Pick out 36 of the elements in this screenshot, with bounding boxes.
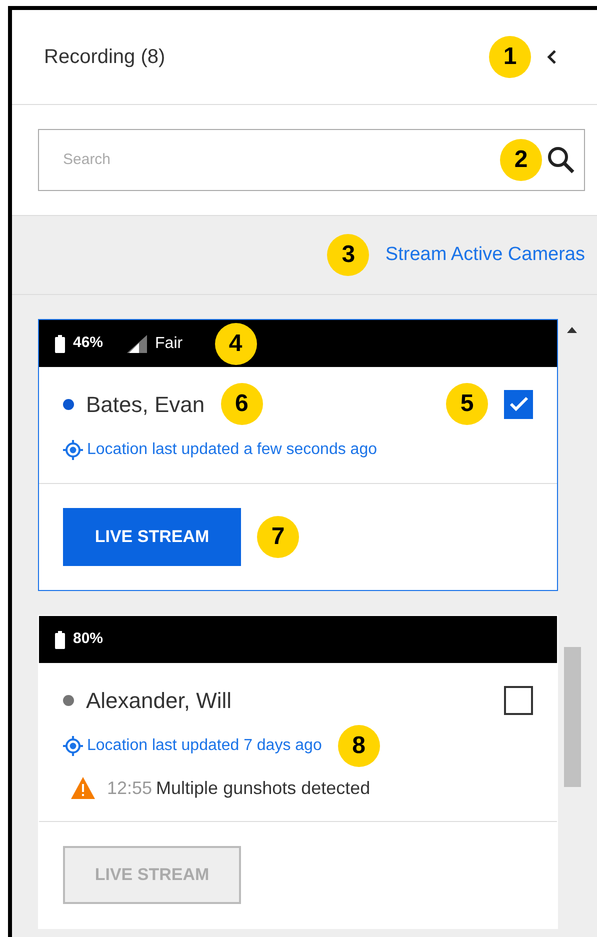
callout-badge: 8 xyxy=(338,725,380,767)
scrollbar-thumb[interactable] xyxy=(564,647,580,787)
scroll-up-icon[interactable] xyxy=(567,327,577,333)
signal-quality: Fair xyxy=(155,334,183,354)
battery-icon xyxy=(55,334,65,352)
alert-time: 12:55 xyxy=(107,776,152,800)
callout-badge: 5 xyxy=(446,383,488,425)
callout-badge: 3 xyxy=(327,234,370,276)
collapse-chevron-icon[interactable] xyxy=(547,50,557,64)
person-name: Bates, Evan xyxy=(86,390,205,418)
live-stream-button[interactable]: LIVE STREAM xyxy=(63,508,241,566)
search-icon[interactable] xyxy=(546,145,576,175)
alert-message: Multiple gunshots detected xyxy=(156,776,370,800)
location-target-icon xyxy=(63,440,83,460)
location-update-text: Location last updated 7 days ago xyxy=(87,736,322,756)
callout-badge: 1 xyxy=(489,36,531,78)
location-update-text: Location last updated a few seconds ago xyxy=(87,440,377,460)
warning-icon xyxy=(71,777,95,799)
stream-cameras-link[interactable]: Stream Active Cameras xyxy=(385,240,585,270)
callout-badge: 4 xyxy=(214,322,257,364)
callout-badge: 7 xyxy=(257,516,299,558)
location-target-icon xyxy=(63,736,83,756)
check-icon xyxy=(508,396,528,412)
device-card[interactable]: 46% Fair 4 Bates, Evan 6 5 Location last updated a few seconds ago LIVE STREAM 7 xyxy=(38,319,558,591)
battery-level: 80% xyxy=(73,629,104,650)
battery-level: 46% xyxy=(73,333,104,354)
search-field[interactable]: Search 2 xyxy=(38,129,585,191)
callout-badge: 6 xyxy=(220,383,263,425)
select-checkbox[interactable] xyxy=(504,686,533,714)
person-name: Alexander, Will xyxy=(86,686,232,714)
callout-badge: 2 xyxy=(500,139,542,181)
search-input[interactable]: Search xyxy=(63,148,500,172)
panel-title: Recording (8) xyxy=(44,45,166,70)
select-checkbox[interactable] xyxy=(504,390,533,418)
signal-icon xyxy=(127,334,148,352)
battery-icon xyxy=(55,630,65,648)
